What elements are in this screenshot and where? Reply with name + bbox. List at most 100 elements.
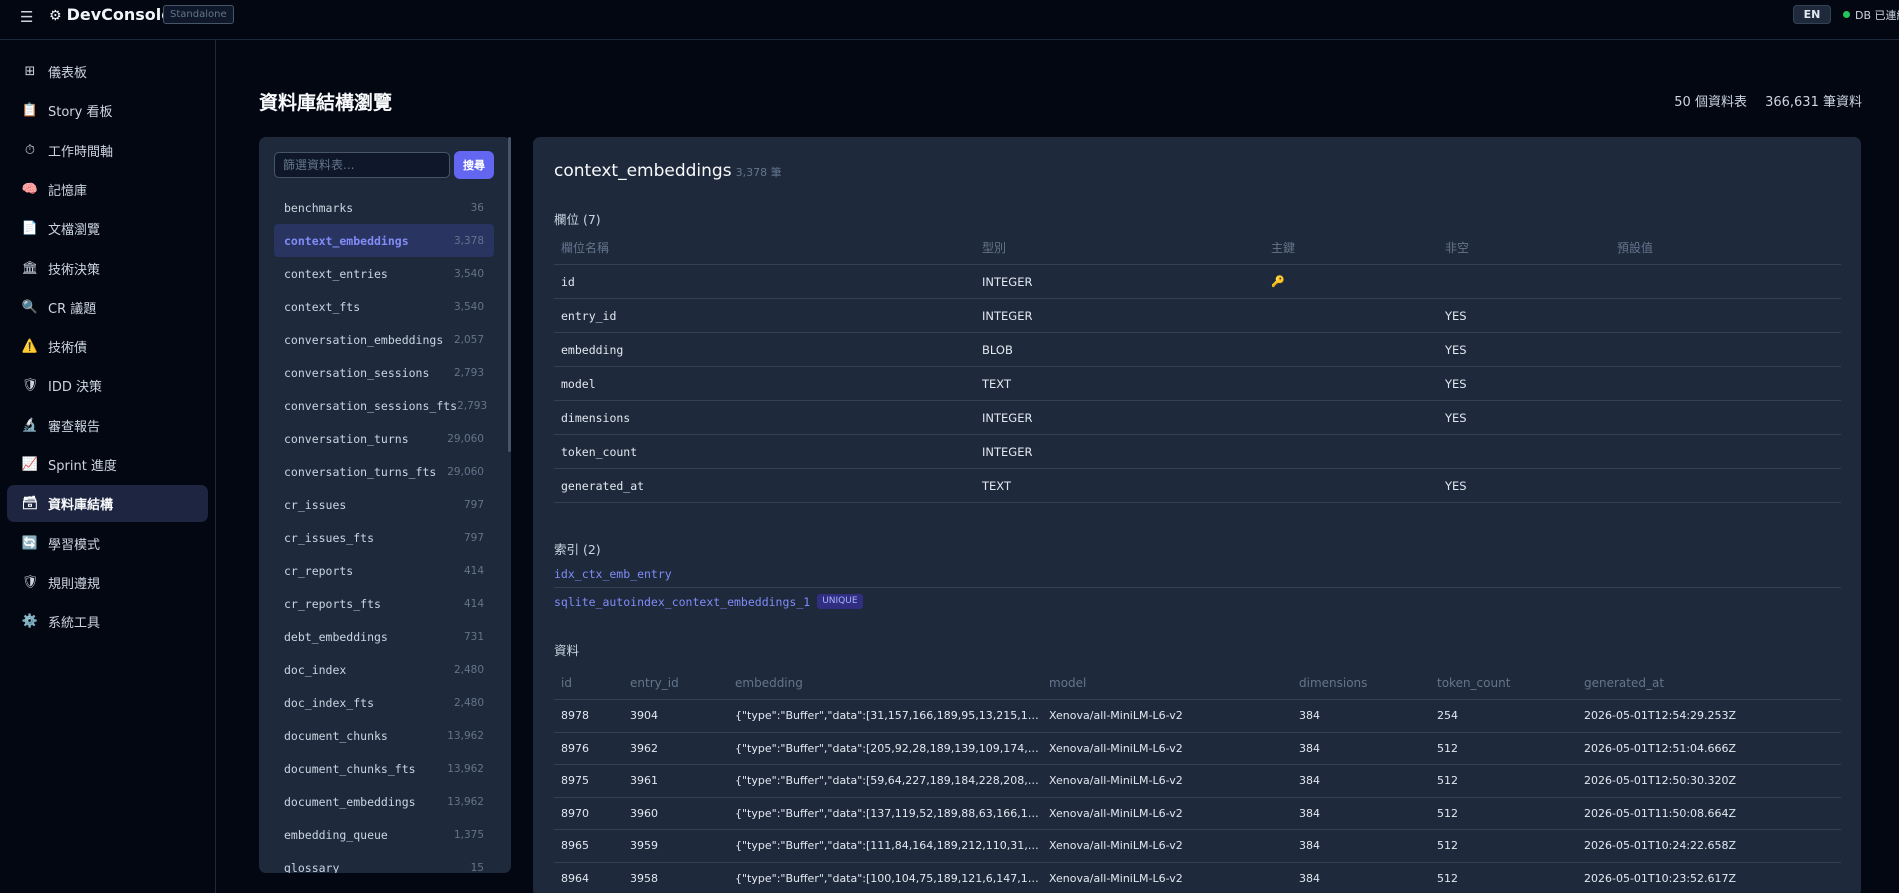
data-cell-generated-at: 2026-05-01T10:24:22.658Z — [1584, 839, 1737, 853]
language-button[interactable]: EN — [1793, 5, 1831, 24]
sidebar-item[interactable]: 🔬 審查報告 — [7, 407, 208, 444]
table-list-item[interactable]: cr_reports_fts 414 — [274, 587, 494, 620]
chart-icon: 📈 — [21, 457, 39, 472]
table-filter-input[interactable] — [274, 152, 450, 178]
table-list-item[interactable]: document_embeddings 13,962 — [274, 785, 494, 818]
page-stats: 50 個資料表 366,631 筆資料 — [1674, 91, 1862, 110]
table-row: 8978 3904 {"type":"Buffer","data":[31,157,… — [554, 700, 1841, 733]
data-cell-entry-id: 3959 — [630, 839, 658, 853]
table-row-count: 3,540 — [453, 300, 484, 313]
sidebar-item[interactable]: 📈 Sprint 進度 — [7, 446, 208, 483]
data-cell-entry-id: 3960 — [630, 806, 658, 820]
data-cell-token-count: 512 — [1437, 806, 1458, 820]
table-list-item[interactable]: conversation_sessions_fts 2,793 — [274, 389, 494, 422]
data-cell-generated-at: 2026-05-01T10:23:52.617Z — [1584, 871, 1737, 885]
column-notnull: YES — [1445, 308, 1467, 323]
table-row: token_count INTEGER — [554, 435, 1841, 469]
column-notnull: YES — [1445, 376, 1467, 391]
table-list-item[interactable]: conversation_turns_fts 29,060 — [274, 455, 494, 488]
table-list-item[interactable]: context_fts 3,540 — [274, 290, 494, 323]
table-list-item[interactable]: conversation_embeddings 2,057 — [274, 323, 494, 356]
index-item[interactable]: idx_ctx_emb_entry — [554, 561, 1841, 588]
column-header: 欄位名稱 — [561, 241, 610, 255]
sidebar-item[interactable]: 🔄 學習模式 — [7, 525, 208, 562]
data-column-header: entry_id — [630, 675, 679, 690]
table-count: 50 個資料表 — [1674, 95, 1747, 110]
table-list-item[interactable]: embedding_queue 1,375 — [274, 818, 494, 851]
column-type: INTEGER — [982, 444, 1033, 459]
table-row-count: 797 — [463, 531, 484, 544]
table-list-item[interactable]: cr_issues 797 — [274, 488, 494, 521]
table-list-item[interactable]: debt_embeddings 731 — [274, 620, 494, 653]
table-row-count: 2,480 — [453, 696, 484, 709]
sidebar-item[interactable]: 🛡 規則遵規 — [7, 564, 208, 601]
app-logo[interactable]: ⚙ DevConsole — [49, 5, 172, 24]
table-list-item[interactable]: cr_issues_fts 797 — [274, 521, 494, 554]
sidebar-item[interactable]: 📋 Story 看板 — [7, 92, 208, 129]
shield-icon: 🛡 — [21, 378, 39, 394]
table-row: model TEXT YES — [554, 367, 1841, 401]
sidebar-item[interactable]: 🔍 CR 議題 — [7, 289, 208, 326]
indexes-list: idx_ctx_emb_entry sqlite_autoindex_contex… — [554, 561, 1841, 615]
data-cell-generated-at: 2026-05-01T12:51:04.666Z — [1584, 741, 1737, 755]
sidebar-item[interactable]: 📄 文檔瀏覽 — [7, 210, 208, 247]
data-cell-id: 8965 — [561, 839, 589, 853]
sidebar-item[interactable]: ⚠️ 技術債 — [7, 328, 208, 365]
data-cell-token-count: 512 — [1437, 741, 1458, 755]
sidebar-item-label: 文檔瀏覽 — [48, 223, 101, 239]
table-name: context_entries — [284, 266, 388, 281]
microscope-icon: 🔬 — [21, 417, 39, 433]
data-cell-embedding: {"type":"Buffer","data":[59,64,227,189,1… — [735, 774, 1042, 788]
data-cell-model: Xenova/all-MiniLM-L6-v2 — [1049, 871, 1183, 885]
table-list-item[interactable]: context_entries 3,540 — [274, 257, 494, 290]
data-cell-id: 8964 — [561, 871, 589, 885]
sidebar-item[interactable]: 🗃 資料庫結構 — [7, 485, 208, 523]
indexes-section-label: 索引 (2) — [554, 542, 601, 557]
table-name: doc_index — [284, 662, 347, 677]
data-cell-model: Xenova/all-MiniLM-L6-v2 — [1049, 839, 1183, 853]
column-type: INTEGER — [982, 410, 1033, 425]
table-row-count: 2,793 — [453, 366, 484, 379]
table-list-item[interactable]: benchmarks 36 — [274, 191, 494, 224]
top-bar: ☰ ⚙DevConsole Standalone EN DB 已連線 — [0, 0, 1899, 40]
index-name: idx_ctx_emb_entry — [554, 567, 672, 581]
data-table: id entry_id embedding model dimensions token_… — [554, 666, 1841, 893]
table-list-item[interactable]: document_chunks_fts 13,962 — [274, 752, 494, 785]
table-list-item[interactable]: context_embeddings 3,378 — [274, 224, 494, 257]
index-item[interactable]: sqlite_autoindex_context_embeddings_1 UNI… — [554, 588, 1841, 615]
column-type: INTEGER — [982, 274, 1033, 289]
table-row-count: 36 — [470, 201, 484, 214]
table-list-item[interactable]: conversation_turns 29,060 — [274, 422, 494, 455]
data-cell-dimensions: 384 — [1299, 839, 1320, 853]
data-cell-dimensions: 384 — [1299, 806, 1320, 820]
sidebar-item[interactable]: 🛡 IDD 決策 — [7, 367, 208, 404]
table-list-item[interactable]: document_chunks 13,962 — [274, 719, 494, 752]
table-list-item[interactable]: doc_index 2,480 — [274, 653, 494, 686]
table-name: cr_issues — [284, 497, 347, 512]
sidebar-item[interactable]: 🧠 記憶庫 — [7, 171, 208, 208]
table-name: benchmarks — [284, 200, 354, 215]
status-dot-icon — [1843, 11, 1850, 18]
table-row: 8976 3962 {"type":"Buffer","data":[205,92,… — [554, 733, 1841, 765]
table-list-item[interactable]: conversation_sessions 2,793 — [274, 356, 494, 389]
data-cell-embedding: {"type":"Buffer","data":[100,104,75,189,… — [735, 871, 1042, 885]
db-status: DB 已連線 — [1843, 7, 1899, 23]
document-icon: 📄 — [21, 221, 39, 237]
table-row-count: 2,057 — [453, 333, 484, 346]
hamburger-menu-icon[interactable]: ☰ — [20, 8, 33, 26]
app-name: DevConsole — [66, 5, 173, 24]
table-list-scrollbar[interactable] — [508, 137, 511, 452]
search-button[interactable]: 搜尋 — [454, 151, 494, 179]
sidebar-item[interactable]: 🏛 技術決策 — [7, 250, 208, 287]
table-list-item[interactable]: cr_reports 414 — [274, 554, 494, 587]
column-notnull: YES — [1445, 342, 1467, 357]
selected-table-count: 3,378 筆 — [735, 166, 782, 179]
data-cell-token-count: 512 — [1437, 871, 1458, 885]
data-cell-entry-id: 3962 — [630, 741, 658, 755]
sidebar-item[interactable]: ⏱ 工作時間軸 — [7, 132, 208, 169]
table-list-item[interactable]: doc_index_fts 2,480 — [274, 686, 494, 719]
table-list-item[interactable]: glossary 15 — [274, 851, 494, 874]
sidebar-item[interactable]: ⊞ 儀表板 — [7, 53, 208, 90]
table-name: embedding_queue — [284, 827, 388, 842]
sidebar-item[interactable]: ⚙️ 系統工具 — [7, 603, 208, 640]
